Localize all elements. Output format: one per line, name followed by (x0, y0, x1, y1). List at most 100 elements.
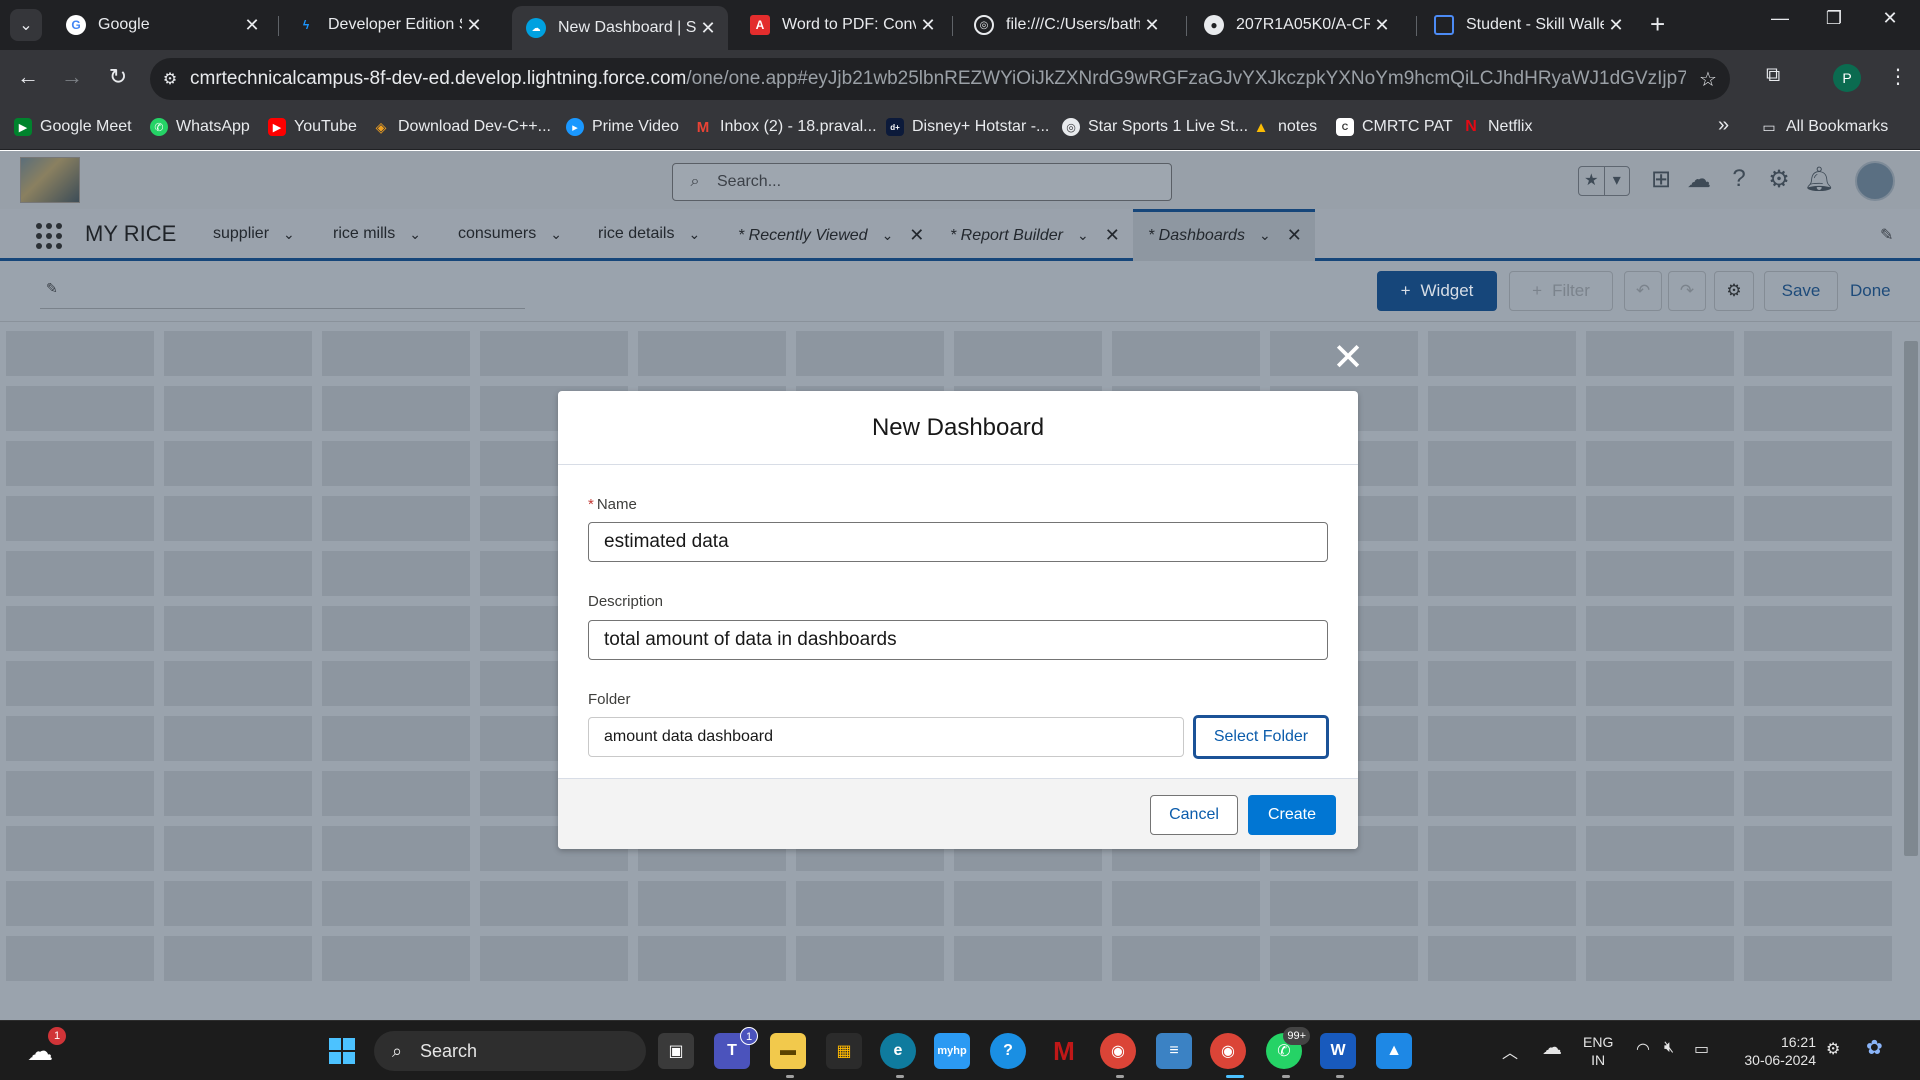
chevron-down-icon[interactable]: ⌄ (1077, 227, 1089, 244)
extensions-icon[interactable]: ⧉ (1766, 64, 1780, 87)
nav-item-report-builder[interactable]: * Report Builder ⌄ ✕ (950, 225, 1120, 246)
user-avatar[interactable] (1855, 161, 1895, 201)
app-launcher-icon[interactable] (36, 223, 62, 249)
chrome-profile-icon[interactable]: ◉ (1210, 1033, 1246, 1069)
bookmark-notes[interactable]: ▲ notes (1252, 118, 1318, 136)
properties-button[interactable]: ⚙ (1714, 271, 1754, 311)
canvas-scrollbar-thumb[interactable] (1904, 341, 1918, 856)
chrome-icon[interactable]: ◉ (1100, 1033, 1136, 1069)
bookmark-youtube[interactable]: ▶ YouTube (268, 118, 357, 136)
dashboard-description-input[interactable] (588, 620, 1328, 660)
browser-tab-local-file[interactable]: ◎ file:///C:/Users/bathu ✕ (960, 6, 1172, 44)
start-button[interactable] (324, 1033, 360, 1069)
wifi-icon[interactable]: ◠ (1636, 1039, 1650, 1059)
chevron-down-icon[interactable]: ⌄ (409, 226, 421, 243)
site-info-icon[interactable]: ⚙ (150, 69, 190, 89)
get-help-icon[interactable]: ? (990, 1033, 1026, 1069)
bookmark-prime-video[interactable]: ▸ Prime Video (566, 118, 679, 136)
tab-search-button[interactable]: ⌄ (10, 9, 42, 41)
bookmark-disney-hotstar[interactable]: d+ Disney+ Hotstar -... (886, 118, 1049, 136)
chevron-down-icon[interactable]: ⌄ (1259, 227, 1271, 244)
chevron-down-icon[interactable]: ⌄ (550, 226, 562, 243)
settings-gear-icon[interactable]: ⚙ (1826, 1039, 1840, 1059)
address-bar[interactable]: ⚙ cmrtechnicalcampus-8f-dev-ed.develop.l… (150, 58, 1730, 100)
close-tab-icon[interactable]: ✕ (1604, 15, 1628, 36)
bookmark-star-sports[interactable]: ◎ Star Sports 1 Live St... (1062, 118, 1248, 136)
create-button[interactable]: Create (1248, 795, 1336, 835)
org-logo[interactable] (20, 157, 80, 203)
nav-item-recently-viewed[interactable]: * Recently Viewed ⌄ ✕ (738, 225, 924, 246)
notepad-icon[interactable]: ≡ (1156, 1033, 1192, 1069)
file-explorer-icon[interactable]: ▬ (770, 1033, 806, 1069)
photos-icon[interactable]: ▲ (1376, 1033, 1412, 1069)
whatsapp-icon[interactable]: ✆ 99+ (1266, 1027, 1310, 1069)
chevron-down-icon[interactable]: ⌄ (688, 226, 700, 243)
microsoft-store-icon[interactable]: ▦ (826, 1033, 862, 1069)
weather-widget-icon[interactable]: ☁ 1 (22, 1027, 66, 1069)
browser-tab-skill-wallet[interactable]: Student - Skill Wallet ✕ (1420, 6, 1636, 44)
browser-tab-github[interactable]: ● 207R1A05K0/A-CRM ✕ (1190, 6, 1402, 44)
system-clock[interactable]: 16:21 30-06-2024 (1738, 1033, 1816, 1069)
browser-tab-new-dashboard[interactable]: ☁ New Dashboard | Sal ✕ (512, 6, 728, 50)
minimize-icon[interactable]: — (1760, 8, 1800, 29)
dashboard-title-field[interactable] (40, 308, 525, 309)
close-tab-icon[interactable]: ✕ (1140, 15, 1164, 36)
input-language[interactable]: ENG IN (1583, 1033, 1613, 1069)
nav-item-dashboards[interactable]: * Dashboards ⌄ ✕ (1148, 225, 1302, 246)
task-view-icon[interactable]: ▣ (658, 1033, 694, 1069)
restore-icon[interactable]: ❐ (1814, 8, 1854, 29)
tray-chevron-up-icon[interactable]: ︿ (1502, 1039, 1518, 1063)
chevron-down-icon[interactable]: ⌄ (882, 227, 894, 244)
myhp-icon[interactable]: myhp (934, 1033, 970, 1069)
all-bookmarks-folder[interactable]: ▭ All Bookmarks (1760, 118, 1888, 136)
select-folder-button[interactable]: Select Folder (1193, 715, 1329, 759)
battery-icon[interactable]: ▭ (1694, 1039, 1709, 1059)
close-tab-icon[interactable]: ✕ (1105, 225, 1120, 246)
close-tab-icon[interactable]: ✕ (462, 15, 486, 36)
close-tab-icon[interactable]: ✕ (240, 15, 264, 36)
bookmark-google-meet[interactable]: ▶ Google Meet (14, 118, 132, 136)
new-tab-button[interactable]: + (1650, 10, 1665, 38)
nav-item-rice-details[interactable]: rice details ⌄ (598, 225, 700, 243)
notifications-bell-icon[interactable]: 🔔︎ (1802, 165, 1836, 194)
bookmark-dev-cpp[interactable]: ◈ Download Dev-C++... (372, 118, 551, 136)
copilot-icon[interactable]: ✿ (1866, 1035, 1883, 1060)
close-tab-icon[interactable]: ✕ (1287, 225, 1302, 246)
edge-icon[interactable]: e (880, 1033, 916, 1069)
browser-tab-google[interactable]: G Google ✕ (52, 6, 272, 44)
speaker-muted-icon[interactable]: 🔇︎ (1664, 1039, 1674, 1057)
reload-icon[interactable]: ↻ (102, 64, 134, 90)
bookmark-netflix[interactable]: N Netflix (1462, 118, 1532, 136)
browser-tab-developer-edition[interactable]: ϟ Developer Edition Sig ✕ (282, 6, 494, 44)
modal-close-icon[interactable]: ✕ (1330, 339, 1366, 377)
close-tab-icon[interactable]: ✕ (916, 15, 940, 36)
save-button[interactable]: Save (1764, 271, 1838, 311)
bookmark-gmail-inbox[interactable]: M Inbox (2) - 18.praval... (694, 118, 877, 136)
mcafee-icon[interactable]: M (1046, 1033, 1082, 1069)
back-icon[interactable]: ← (12, 64, 44, 90)
undo-button[interactable]: ↶ (1624, 271, 1662, 311)
bookmark-whatsapp[interactable]: ✆ WhatsApp (150, 118, 250, 136)
trailhead-icon[interactable]: ☁ (1682, 165, 1716, 194)
global-search[interactable]: ⌕ Search... (672, 163, 1172, 201)
global-actions-icon[interactable]: ⊞ (1644, 165, 1678, 194)
favorites-button[interactable]: ★ ▾ (1578, 166, 1630, 196)
edit-title-pencil-icon[interactable]: ✎ (46, 280, 58, 297)
close-tab-icon[interactable]: ✕ (1370, 15, 1394, 36)
bookmark-cmrtc-pat[interactable]: C CMRTC PAT (1336, 118, 1453, 136)
onedrive-icon[interactable]: ☁ (1542, 1035, 1562, 1060)
browser-tab-word-to-pdf[interactable]: A Word to PDF: Conver ✕ (736, 6, 948, 44)
more-bookmarks-icon[interactable]: » (1718, 114, 1729, 137)
cancel-button[interactable]: Cancel (1150, 795, 1238, 835)
add-widget-button[interactable]: + Widget (1377, 271, 1497, 311)
dashboard-name-input[interactable] (588, 522, 1328, 562)
close-window-icon[interactable]: ✕ (1870, 8, 1910, 29)
nav-item-rice-mills[interactable]: rice mills ⌄ (333, 225, 421, 243)
word-icon[interactable]: W (1320, 1033, 1356, 1069)
forward-icon[interactable]: → (56, 64, 88, 90)
profile-avatar[interactable]: P (1833, 64, 1861, 92)
teams-icon[interactable]: T1 (714, 1027, 758, 1069)
help-icon[interactable]: ? (1722, 165, 1756, 193)
nav-item-consumers[interactable]: consumers ⌄ (458, 225, 562, 243)
close-tab-icon[interactable]: ✕ (909, 225, 924, 246)
